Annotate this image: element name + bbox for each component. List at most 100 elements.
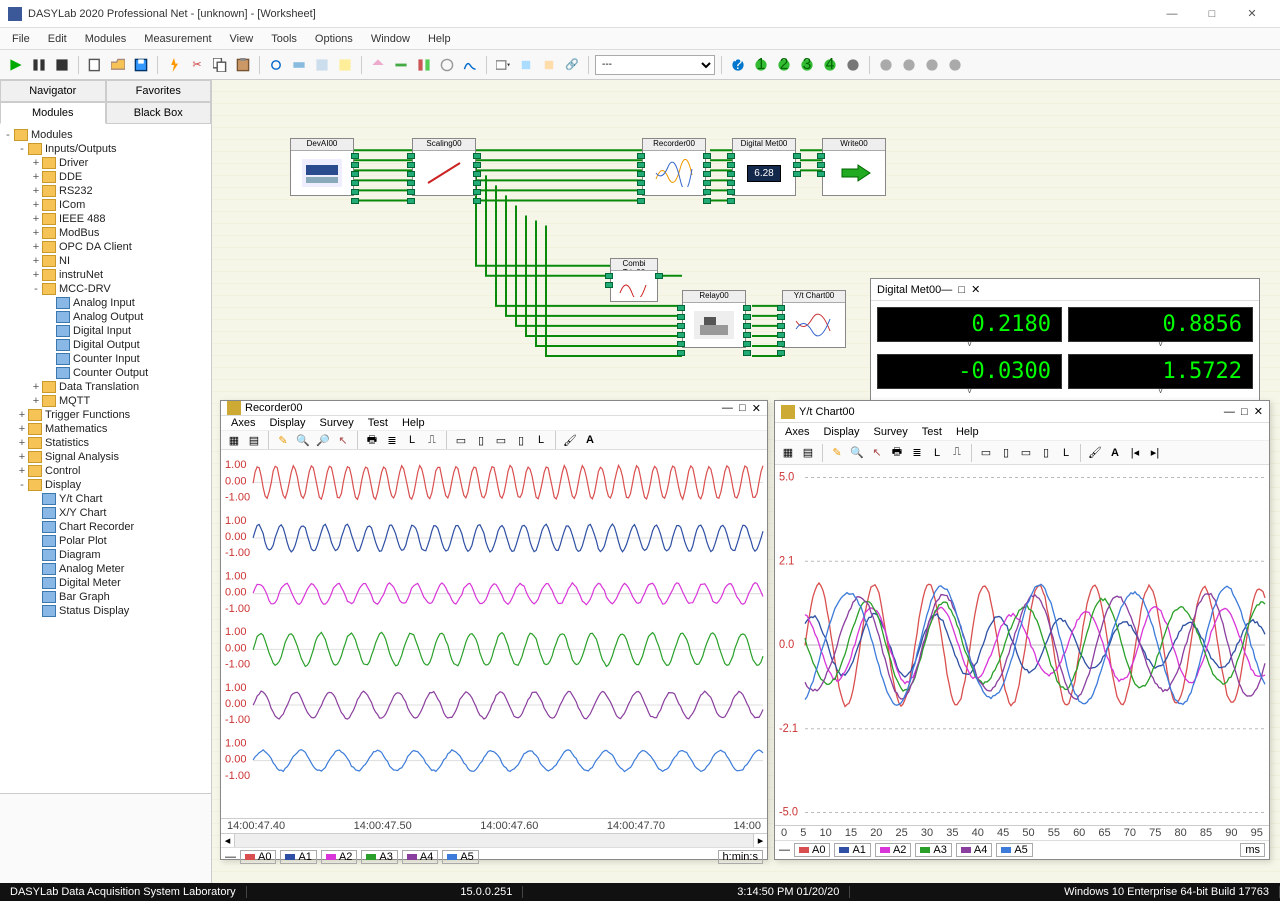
- menu-modules[interactable]: Modules: [77, 31, 135, 47]
- minimize-icon[interactable]: —: [941, 284, 952, 296]
- paste-icon[interactable]: [233, 55, 253, 75]
- record-icon[interactable]: [945, 55, 965, 75]
- cut-icon[interactable]: ✂: [187, 55, 207, 75]
- tb-icon[interactable]: L: [1057, 444, 1075, 462]
- tool-icon[interactable]: [266, 55, 286, 75]
- tree-node[interactable]: +Mathematics: [2, 422, 209, 436]
- open-button[interactable]: [108, 55, 128, 75]
- nav-tab-modules[interactable]: Modules: [0, 102, 106, 124]
- tree-node[interactable]: Bar Graph: [2, 590, 209, 604]
- menu-axes[interactable]: Axes: [779, 425, 815, 439]
- tool-icon[interactable]: [312, 55, 332, 75]
- tree-node[interactable]: Digital Meter: [2, 576, 209, 590]
- tb-icon[interactable]: ≣: [908, 444, 926, 462]
- module-tree[interactable]: -Modules-Inputs/Outputs+Driver+DDE+RS232…: [0, 124, 211, 793]
- led-off-icon[interactable]: [843, 55, 863, 75]
- recorder-window[interactable]: Recorder00— □ ✕ Axes Display Survey Test…: [220, 400, 768, 860]
- tree-node[interactable]: Analog Input: [2, 296, 209, 310]
- tree-node[interactable]: Counter Input: [2, 352, 209, 366]
- led-4-icon[interactable]: 4: [820, 55, 840, 75]
- tb-icon[interactable]: ▤: [799, 444, 817, 462]
- pen-icon[interactable]: ✎: [274, 431, 292, 449]
- block-recorder[interactable]: Recorder00: [642, 138, 706, 196]
- menu-survey[interactable]: Survey: [314, 416, 360, 430]
- minimize-icon[interactable]: —: [1224, 406, 1235, 418]
- zoom-in-icon[interactable]: 🔍: [848, 444, 866, 462]
- tb-icon[interactable]: ▭: [1017, 444, 1035, 462]
- tb-icon[interactable]: ▭: [452, 431, 470, 449]
- tree-node[interactable]: Chart Recorder: [2, 520, 209, 534]
- maximize-icon[interactable]: □: [1241, 406, 1248, 418]
- tb-icon[interactable]: ▯: [472, 431, 490, 449]
- maximize-icon[interactable]: □: [739, 402, 746, 414]
- tree-node[interactable]: Digital Input: [2, 324, 209, 338]
- menu-help[interactable]: Help: [420, 31, 459, 47]
- print-icon[interactable]: 🖶: [888, 444, 906, 462]
- tb-icon[interactable]: ▯: [1037, 444, 1055, 462]
- scrollbar[interactable]: [235, 834, 753, 847]
- tool-icon[interactable]: [437, 55, 457, 75]
- maximize-icon[interactable]: □: [958, 284, 965, 296]
- tree-node[interactable]: +Statistics: [2, 436, 209, 450]
- action-icon[interactable]: [164, 55, 184, 75]
- tb-icon[interactable]: ▭: [977, 444, 995, 462]
- tool-icon[interactable]: [516, 55, 536, 75]
- text-icon[interactable]: A: [1106, 444, 1124, 462]
- toolbar-combo[interactable]: ---: [595, 55, 715, 75]
- worksheet-canvas[interactable]: DevAI00 Scaling00 Recorder00 Digital Met…: [212, 80, 1280, 883]
- menu-survey[interactable]: Survey: [868, 425, 914, 439]
- play-button[interactable]: [6, 55, 26, 75]
- tool-icon[interactable]: [414, 55, 434, 75]
- tree-node[interactable]: +OPC DA Client: [2, 240, 209, 254]
- menu-test[interactable]: Test: [362, 416, 394, 430]
- recorder-plot[interactable]: 1.000.00-1.001.000.00-1.001.000.00-1.001…: [221, 450, 767, 818]
- tree-node[interactable]: +Control: [2, 464, 209, 478]
- tb-icon[interactable]: L: [403, 431, 421, 449]
- tb-icon[interactable]: ▸|: [1146, 444, 1164, 462]
- tree-node[interactable]: +ModBus: [2, 226, 209, 240]
- menu-window[interactable]: Window: [363, 31, 418, 47]
- cursor-icon[interactable]: ↖: [868, 444, 886, 462]
- text-icon[interactable]: A: [581, 431, 599, 449]
- tool-icon[interactable]: [460, 55, 480, 75]
- close-icon[interactable]: ✕: [752, 402, 761, 415]
- tree-node[interactable]: -Display: [2, 478, 209, 492]
- tb-icon[interactable]: ▭: [492, 431, 510, 449]
- tree-node[interactable]: Counter Output: [2, 366, 209, 380]
- led-3-icon[interactable]: 3: [797, 55, 817, 75]
- link-icon[interactable]: 🔗: [562, 55, 582, 75]
- menu-edit[interactable]: Edit: [40, 31, 75, 47]
- tool-icon[interactable]: [391, 55, 411, 75]
- nav-tab-navigator[interactable]: Navigator: [0, 80, 106, 102]
- pause-button[interactable]: [29, 55, 49, 75]
- tree-node[interactable]: +RS232: [2, 184, 209, 198]
- tree-node[interactable]: +Data Translation: [2, 380, 209, 394]
- menu-help[interactable]: Help: [950, 425, 985, 439]
- block-ytchart[interactable]: Y/t Chart00: [782, 290, 846, 348]
- menu-options[interactable]: Options: [307, 31, 361, 47]
- tree-node[interactable]: +DDE: [2, 170, 209, 184]
- block-digitalmeter[interactable]: Digital Met00 6.28: [732, 138, 796, 196]
- stop-button[interactable]: [52, 55, 72, 75]
- pen-icon[interactable]: ✎: [828, 444, 846, 462]
- tool-icon[interactable]: [539, 55, 559, 75]
- dropdown-icon[interactable]: [493, 55, 513, 75]
- cursor-icon[interactable]: ↖: [334, 431, 352, 449]
- tool-icon[interactable]: [289, 55, 309, 75]
- menu-test[interactable]: Test: [916, 425, 948, 439]
- tb-icon[interactable]: ⎍: [948, 444, 966, 462]
- tb-icon[interactable]: ▦: [779, 444, 797, 462]
- tree-node[interactable]: Analog Meter: [2, 562, 209, 576]
- ytchart-plot[interactable]: 5.02.10.0-2.1-5.0: [775, 465, 1269, 825]
- tree-node[interactable]: Analog Output: [2, 310, 209, 324]
- block-write[interactable]: Write00: [822, 138, 886, 196]
- tool-icon[interactable]: [335, 55, 355, 75]
- copy-icon[interactable]: [210, 55, 230, 75]
- tool-icon[interactable]: [368, 55, 388, 75]
- tree-node[interactable]: Digital Output: [2, 338, 209, 352]
- zoom-in-icon[interactable]: 🔍: [294, 431, 312, 449]
- tree-node[interactable]: Diagram: [2, 548, 209, 562]
- tree-node[interactable]: +Signal Analysis: [2, 450, 209, 464]
- save-button[interactable]: [131, 55, 151, 75]
- nav-tab-favorites[interactable]: Favorites: [106, 80, 212, 102]
